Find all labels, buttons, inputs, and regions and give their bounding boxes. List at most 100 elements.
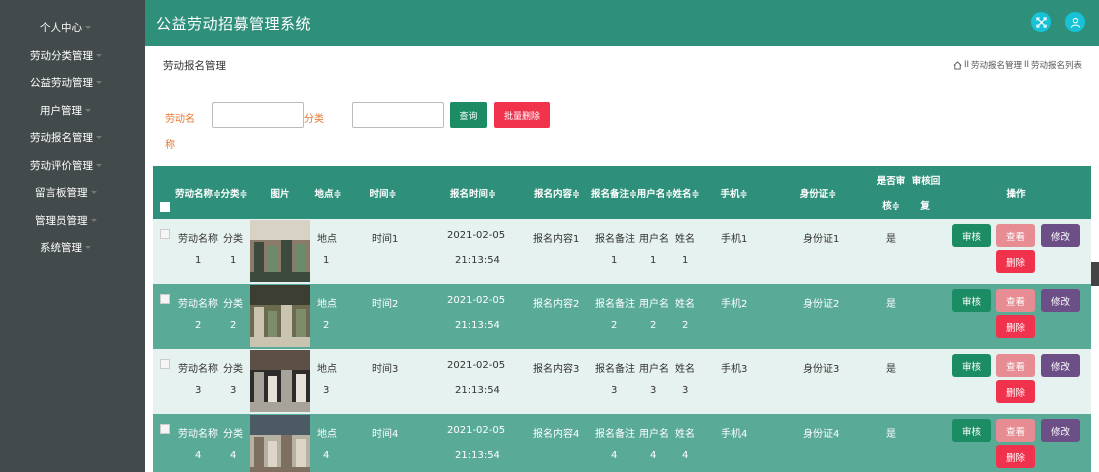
- cell-location-suffix: 3: [323, 385, 330, 396]
- cell-signup-note: 报名备注: [595, 299, 635, 310]
- sidebar-item-users[interactable]: 用户管理: [0, 99, 145, 121]
- sidebar-item-public-labor[interactable]: 公益劳动管理: [0, 71, 145, 93]
- labor-image[interactable]: [250, 350, 310, 412]
- sidebar-item-label: 劳动报名管理: [30, 131, 93, 144]
- cell-realname-suffix: 4: [682, 450, 689, 461]
- query-button[interactable]: 查询: [450, 102, 487, 128]
- cell-username: 用户名: [639, 234, 669, 245]
- labor-image[interactable]: [250, 415, 310, 472]
- cell-name: 劳动名称: [178, 364, 218, 375]
- audit-button[interactable]: 审核: [952, 354, 991, 377]
- sidebar-item-system[interactable]: 系统管理: [0, 236, 145, 258]
- audit-button[interactable]: 审核: [952, 224, 991, 247]
- col-header-username[interactable]: 用户名≑: [637, 166, 673, 219]
- cell-idcard: 身份证2: [803, 299, 840, 310]
- cell-phone: 手机3: [721, 364, 748, 375]
- cell-username: 用户名: [639, 299, 669, 310]
- audit-button[interactable]: 审核: [952, 419, 991, 442]
- edit-button[interactable]: 修改: [1041, 224, 1080, 247]
- cell-signup-note-suffix: 1: [611, 255, 618, 266]
- cell-phone: 手机1: [721, 234, 748, 245]
- breadcrumb: II 劳动报名管理 II 劳动报名列表: [953, 59, 1082, 71]
- name-search-input[interactable]: [212, 102, 304, 128]
- delete-button[interactable]: 删除: [996, 380, 1035, 403]
- app-title: 公益劳动招募管理系统: [156, 15, 312, 33]
- cell-signup-date: 2021-02-05: [447, 230, 506, 241]
- breadcrumb-item[interactable]: 劳动报名列表: [1031, 59, 1082, 71]
- user-button[interactable]: [1065, 12, 1085, 32]
- cell-signup-clock: 21:13:54: [455, 385, 500, 396]
- category-search-input[interactable]: [352, 102, 444, 128]
- table-header: 劳动名称≑ 分类≑ 图片 地点≑ 时间≑ 报名时间≑ 报名内容≑ 报名备注≑ 用…: [153, 166, 1091, 219]
- view-button[interactable]: 查看: [996, 354, 1035, 377]
- sidebar-item-labor-category[interactable]: 劳动分类管理: [0, 44, 145, 66]
- cell-category: 分类: [223, 429, 243, 440]
- delete-button[interactable]: 删除: [996, 250, 1035, 273]
- col-header-phone[interactable]: 手机≑: [716, 166, 752, 219]
- sidebar-item-label: 留言板管理: [35, 186, 88, 199]
- view-button[interactable]: 查看: [996, 289, 1035, 312]
- sidebar-item-label: 公益劳动管理: [30, 76, 93, 89]
- chevron-down-icon: [85, 108, 91, 112]
- col-header-signup-content[interactable]: 报名内容≑: [527, 166, 587, 219]
- view-button[interactable]: 查看: [996, 419, 1035, 442]
- cell-username-suffix: 3: [650, 385, 657, 396]
- edit-button[interactable]: 修改: [1041, 419, 1080, 442]
- labor-image[interactable]: [250, 220, 310, 282]
- breadcrumb-item[interactable]: 劳动报名管理: [971, 59, 1022, 71]
- sidebar-item-label: 劳动分类管理: [30, 49, 93, 62]
- cell-username-suffix: 1: [650, 255, 657, 266]
- row-checkbox[interactable]: [160, 229, 170, 239]
- cell-name: 劳动名称: [178, 429, 218, 440]
- category-search-label: 分类: [304, 114, 324, 125]
- col-header-time[interactable]: 时间≑: [363, 166, 403, 219]
- cell-signup-content: 报名内容1: [533, 234, 580, 245]
- sidebar-item-labor-signup[interactable]: 劳动报名管理: [0, 126, 145, 148]
- row-checkbox[interactable]: [160, 294, 170, 304]
- edit-button[interactable]: 修改: [1041, 289, 1080, 312]
- edit-button[interactable]: 修改: [1041, 354, 1080, 377]
- table-row: 劳动名称 1 分类 1 地点 1 时间1 2021-02-05 21:13:54…: [153, 219, 1091, 284]
- audit-button[interactable]: 审核: [952, 289, 991, 312]
- fullscreen-button[interactable]: [1031, 12, 1051, 32]
- col-header-signup-note[interactable]: 报名备注≑: [590, 166, 638, 219]
- col-header-image: 图片: [270, 188, 290, 200]
- col-header-realname[interactable]: 姓名≑: [671, 166, 701, 219]
- delete-button[interactable]: 删除: [996, 315, 1035, 338]
- sidebar-item-labor-review[interactable]: 劳动评价管理: [0, 154, 145, 176]
- row-checkbox[interactable]: [160, 424, 170, 434]
- cell-realname: 姓名: [675, 234, 695, 245]
- cell-username: 用户名: [639, 429, 669, 440]
- scrollbar-handle[interactable]: [1091, 262, 1099, 286]
- sidebar-item-personal-center[interactable]: 个人中心: [0, 16, 145, 38]
- col-header-idcard[interactable]: 身份证≑: [793, 166, 843, 219]
- delete-button[interactable]: 删除: [996, 445, 1035, 468]
- home-icon[interactable]: [953, 60, 962, 70]
- sidebar-item-message-board[interactable]: 留言板管理: [0, 181, 145, 203]
- breadcrumb-separator: II: [1023, 60, 1029, 70]
- cell-username-suffix: 4: [650, 450, 657, 461]
- cell-username-suffix: 2: [650, 320, 657, 331]
- cell-signup-clock: 21:13:54: [455, 320, 500, 331]
- col-header-location[interactable]: 地点≑: [308, 166, 348, 219]
- cell-phone: 手机2: [721, 299, 748, 310]
- cell-idcard: 身份证1: [803, 234, 840, 245]
- select-all-checkbox[interactable]: [160, 202, 170, 212]
- row-checkbox[interactable]: [160, 359, 170, 369]
- batch-delete-button[interactable]: 批量删除: [494, 102, 550, 128]
- col-header-category[interactable]: 分类≑: [220, 166, 248, 219]
- view-button[interactable]: 查看: [996, 224, 1035, 247]
- chevron-down-icon: [96, 80, 102, 84]
- cell-category-suffix: 1: [230, 255, 237, 266]
- col-header-signup-time[interactable]: 报名时间≑: [443, 166, 503, 219]
- cell-location-suffix: 4: [323, 450, 330, 461]
- col-header-audit-wrap[interactable]: 核≑: [881, 198, 901, 212]
- cell-name-suffix: 3: [195, 385, 202, 396]
- col-header-audit[interactable]: 是否审: [876, 173, 906, 187]
- col-header-name[interactable]: 劳动名称≑: [173, 166, 223, 219]
- sidebar-item-admins[interactable]: 管理员管理: [0, 209, 145, 231]
- sidebar-item-label: 劳动评价管理: [30, 159, 93, 172]
- labor-image[interactable]: [250, 285, 310, 347]
- table-row: 劳动名称 3 分类 3 地点 3 时间3 2021-02-05 21:13:54…: [153, 349, 1091, 414]
- cell-idcard: 身份证3: [803, 364, 840, 375]
